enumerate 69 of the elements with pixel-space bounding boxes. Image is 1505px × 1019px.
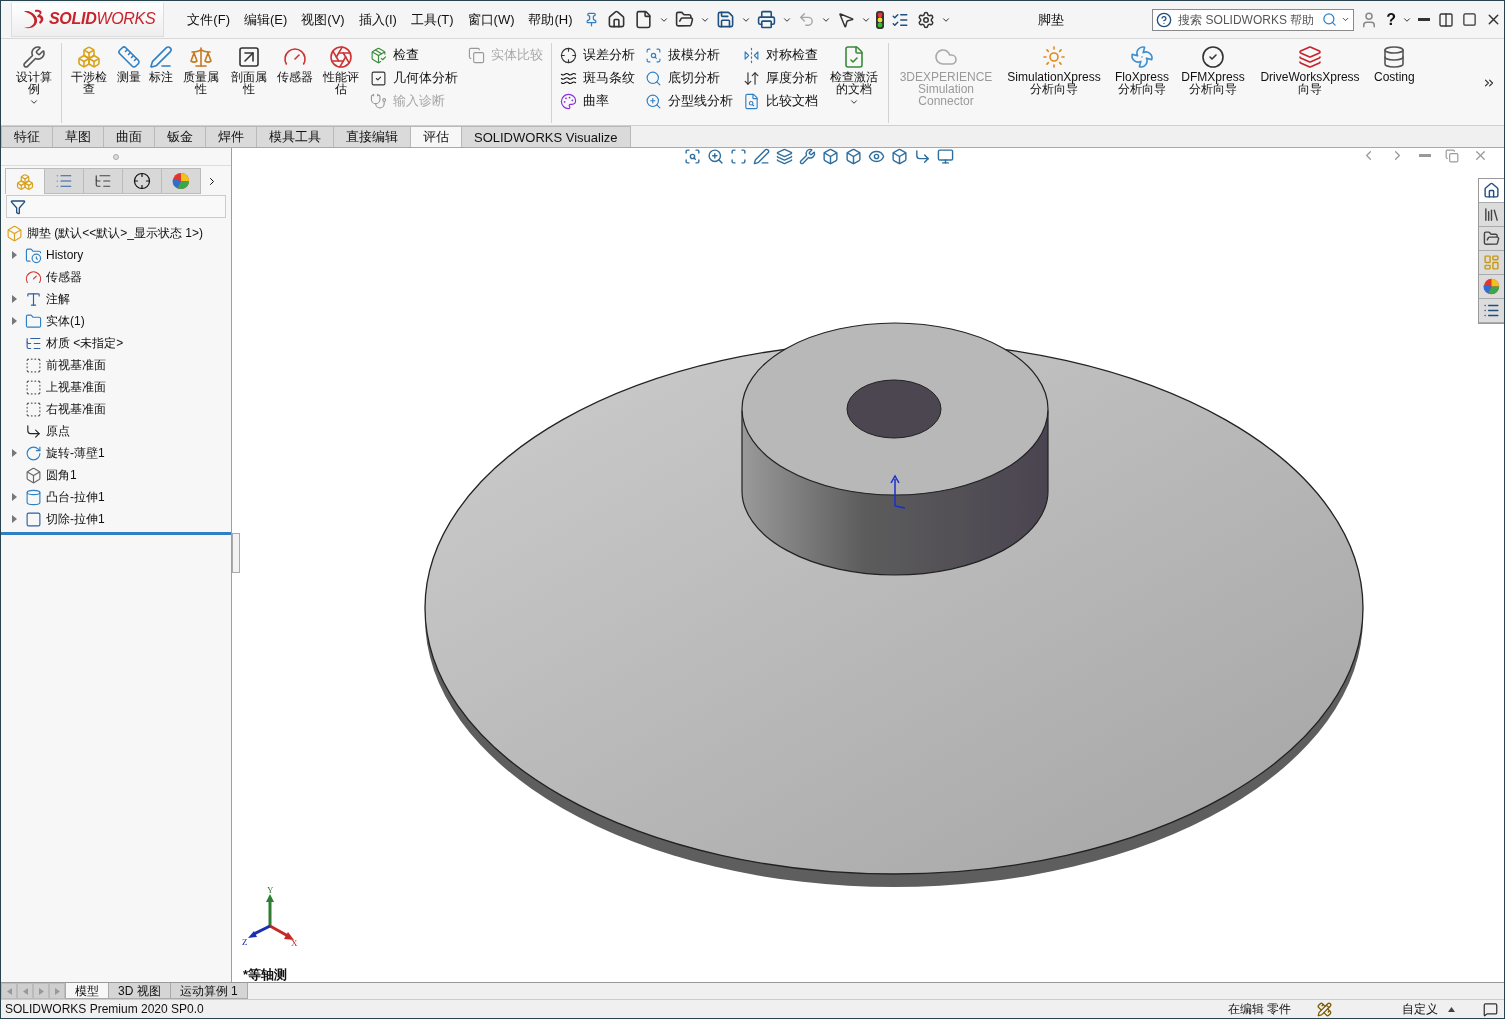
ribbon-button[interactable]: 检查 — [368, 45, 460, 65]
tree-item[interactable]: 右视基准面 — [46, 400, 106, 418]
ribbon-button[interactable]: FloXpress 分析向导 — [1111, 43, 1173, 97]
ribbon-button[interactable]: 质量属性 — [180, 43, 222, 97]
help-button[interactable]: ? — [1384, 10, 1398, 29]
ribbon-button[interactable]: 厚度分析 — [741, 68, 820, 88]
tree-item[interactable]: 原点 — [46, 422, 70, 440]
ribbon-button[interactable]: 比较文档 — [741, 91, 820, 111]
tree-item[interactable]: 前视基准面 — [46, 356, 106, 374]
logo-text: SOLIDWORKS — [49, 10, 156, 28]
menu-item[interactable]: 编辑(E) — [238, 8, 293, 31]
ribbon-button[interactable]: 几何体分析 — [368, 68, 460, 88]
ribbon-button[interactable]: Costing — [1373, 43, 1416, 85]
command-tab[interactable]: 直接编辑 — [333, 126, 411, 147]
ribbon-button[interactable]: 误差分析 — [558, 45, 637, 65]
tree-item[interactable]: 实体(1) — [46, 312, 85, 330]
view-tab[interactable]: 模型 — [65, 983, 109, 999]
document-title: 脚垫 — [1037, 10, 1066, 29]
tree-item[interactable]: 材质 <未指定> — [46, 334, 124, 352]
tree-item[interactable]: 旋转-薄壁1 — [46, 444, 105, 462]
menu-item[interactable]: 视图(V) — [296, 8, 350, 31]
axis-label: Y — [267, 885, 274, 895]
unit-system: 自定义 — [1402, 1000, 1438, 1018]
product-version: SOLIDWORKS Premium 2020 SP0.0 — [5, 1002, 204, 1016]
menu-item[interactable]: 帮助(H) — [523, 8, 578, 31]
axis-label: Z — [242, 937, 248, 947]
menu-item[interactable]: 文件(F) — [182, 8, 235, 31]
search-field[interactable]: 搜索 SOLIDWORKS 帮助 — [1152, 8, 1355, 31]
ribbon-button[interactable]: 性能评估 — [320, 43, 362, 97]
command-tab[interactable]: 特征 — [1, 126, 53, 147]
tree-item[interactable]: 切除-拉伸1 — [46, 510, 105, 528]
tree-item[interactable]: 圆角1 — [46, 466, 77, 484]
view-name: *等轴测 — [243, 966, 288, 984]
command-tab[interactable]: 曲面 — [103, 126, 155, 147]
ribbon-button[interactable]: 测量 — [116, 43, 142, 85]
ribbon-button[interactable]: DriveWorksXpress 向导 — [1253, 43, 1367, 97]
ribbon-button[interactable]: DFMXpress 分析向导 — [1179, 43, 1247, 97]
ribbon-button[interactable]: 对称检查 — [741, 45, 820, 65]
menu-item[interactable]: 工具(T) — [405, 8, 459, 31]
tree-item[interactable]: 上视基准面 — [46, 378, 106, 396]
command-tab[interactable]: 评估 — [410, 126, 462, 147]
command-tab[interactable]: 钣金 — [154, 126, 206, 147]
tree-item[interactable]: History — [46, 248, 84, 262]
ribbon-button[interactable]: 干涉检查 — [68, 43, 110, 97]
ribbon-button[interactable]: 底切分析 — [643, 68, 735, 88]
view-tab[interactable]: 3D 视图 — [108, 983, 171, 999]
ribbon-button[interactable]: 曲率 — [558, 91, 637, 111]
command-tab[interactable]: 焊件 — [205, 126, 257, 147]
tree-item[interactable]: 凸台-拉伸1 — [46, 488, 105, 506]
command-tab[interactable]: SOLIDWORKS Visualize — [461, 126, 631, 147]
ribbon-button[interactable]: 检查激活的文档 — [826, 43, 882, 109]
ribbon-button[interactable]: SimulationXpress 分析向导 — [1003, 43, 1105, 97]
command-tab[interactable]: 模具工具 — [256, 126, 334, 147]
edit-mode: 在编辑 零件 — [1227, 1000, 1291, 1018]
ribbon-button[interactable]: 传感器 — [276, 43, 314, 85]
tree-item[interactable]: 传感器 — [46, 268, 82, 286]
axis-label: X — [291, 938, 298, 948]
ribbon-button[interactable]: 标注 — [148, 43, 174, 85]
ribbon-button[interactable]: 剖面属性 — [228, 43, 270, 97]
tree-item[interactable]: 脚垫 (默认<<默认>_显示状态 1>) — [27, 224, 204, 242]
tree-item[interactable]: 注解 — [46, 290, 70, 308]
view-tab[interactable]: 运动算例 1 — [169, 983, 248, 999]
command-tab[interactable]: 草图 — [52, 126, 104, 147]
ribbon-button[interactable]: 斑马条纹 — [558, 68, 637, 88]
ribbon-button[interactable]: 拔模分析 — [643, 45, 735, 65]
ribbon-button[interactable]: 分型线分析 — [643, 91, 735, 111]
menu-item[interactable]: 插入(I) — [353, 8, 402, 31]
ribbon-button[interactable]: 设计算例 — [13, 43, 55, 109]
menu-item[interactable]: 窗口(W) — [462, 8, 520, 31]
